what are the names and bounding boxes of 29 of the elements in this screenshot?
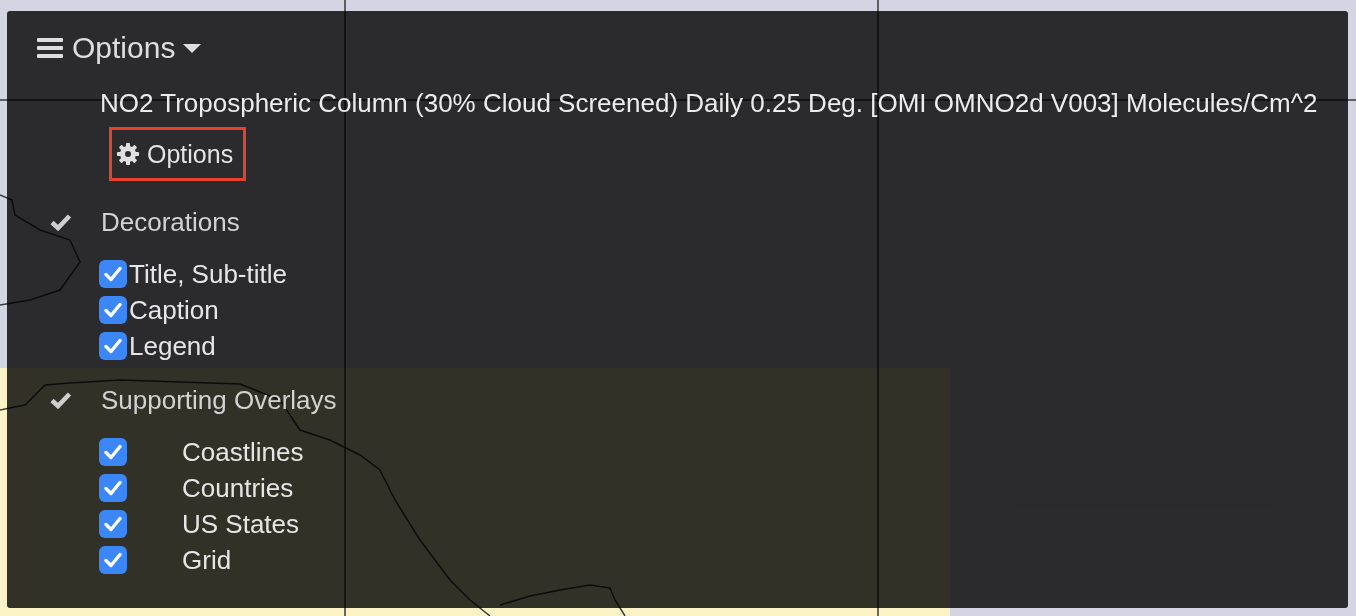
checkbox-label: Grid [182,545,232,575]
checkbox[interactable] [99,474,127,502]
checkbox[interactable] [99,296,127,324]
checkbox-label: Legend [129,331,216,361]
options-menu-button[interactable]: Options [37,31,202,65]
caret-icon [183,43,202,53]
group-heading: Supporting Overlays [101,385,337,415]
checkbox[interactable] [99,510,127,538]
checkbox[interactable] [99,438,127,466]
check-icon [104,302,122,318]
checkbox-label: Title, Sub-title [129,259,287,289]
checkbox[interactable] [99,546,127,574]
checkbox[interactable] [99,260,127,288]
gear-icon [117,143,139,165]
check-icon [104,444,122,460]
check-icon [104,552,122,568]
layer-title: NO2 Tropospheric Column (30% Cloud Screened) Daily 0.25 Deg. [OMI OMNO2d V003] Molecules/Cm^2 [100,88,1318,118]
check-icon [104,516,122,532]
menu-icon [37,38,63,58]
layer-options-button[interactable]: Options [109,127,247,181]
check-icon [104,480,122,496]
checkbox-label: US States [182,509,300,539]
checkbox-label: Countries [182,473,294,503]
check-icon [104,266,122,282]
group-heading: Decorations [101,207,240,237]
checkbox-label: Coastlines [182,437,304,467]
checkbox-label: Caption [129,295,219,325]
check-icon [104,338,122,354]
checkbox[interactable] [99,332,127,360]
